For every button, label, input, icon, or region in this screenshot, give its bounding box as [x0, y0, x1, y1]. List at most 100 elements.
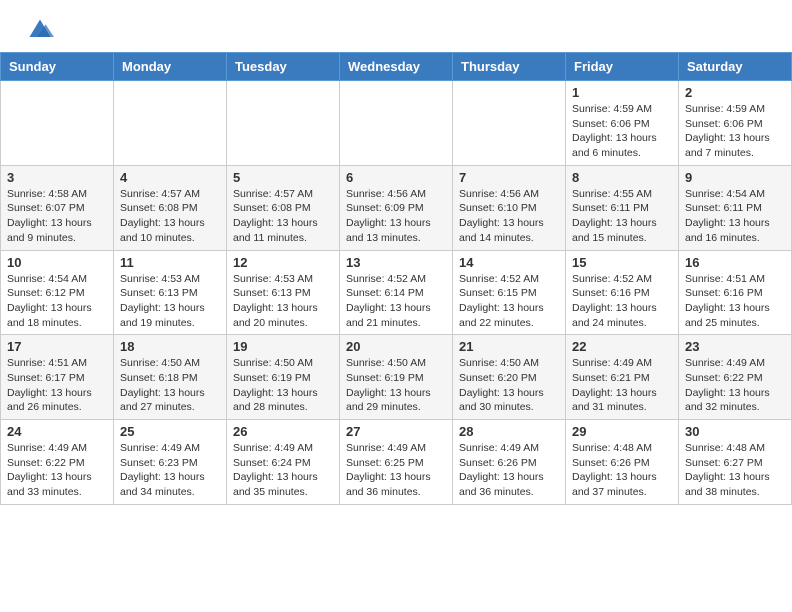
calendar-cell: 7 Sunrise: 4:56 AM Sunset: 6:10 PM Daylig…	[453, 165, 566, 250]
calendar-header-wednesday: Wednesday	[340, 53, 453, 81]
calendar-cell: 17 Sunrise: 4:51 AM Sunset: 6:17 PM Dayli…	[1, 335, 114, 420]
calendar-header-monday: Monday	[114, 53, 227, 81]
calendar-header-tuesday: Tuesday	[227, 53, 340, 81]
day-info: Sunrise: 4:49 AM Sunset: 6:25 PM Dayligh…	[346, 441, 446, 500]
calendar-cell: 6Sunrise: 4:56 AM Sunset: 6:09 PM Daylig…	[340, 165, 453, 250]
calendar-cell: 13 Sunrise: 4:52 AM Sunset: 6:14 PM Dayli…	[340, 250, 453, 335]
calendar-cell: 15 Sunrise: 4:52 AM Sunset: 6:16 PM Dayli…	[566, 250, 679, 335]
day-info: Sunrise: 4:49 AM Sunset: 6:26 PM Dayligh…	[459, 441, 559, 500]
day-info: Sunrise: 4:50 AM Sunset: 6:18 PM Dayligh…	[120, 356, 220, 415]
day-info: Sunrise: 4:53 AM Sunset: 6:13 PM Dayligh…	[120, 272, 220, 331]
day-number: 1	[572, 85, 672, 100]
day-info: Sunrise: 4:49 AM Sunset: 6:22 PM Dayligh…	[7, 441, 107, 500]
day-info: Sunrise: 4:50 AM Sunset: 6:19 PM Dayligh…	[233, 356, 333, 415]
day-info: Sunrise: 4:59 AM Sunset: 6:06 PM Dayligh…	[685, 102, 785, 161]
day-info: Sunrise: 4:58 AM Sunset: 6:07 PM Dayligh…	[7, 187, 107, 246]
day-info: Sunrise: 4:49 AM Sunset: 6:21 PM Dayligh…	[572, 356, 672, 415]
day-info: Sunrise: 4:49 AM Sunset: 6:23 PM Dayligh…	[120, 441, 220, 500]
day-number: 12	[233, 255, 333, 270]
day-info: Sunrise: 4:51 AM Sunset: 6:16 PM Dayligh…	[685, 272, 785, 331]
calendar-table: SundayMondayTuesdayWednesdayThursdayFrid…	[0, 52, 792, 505]
calendar-cell: 24 Sunrise: 4:49 AM Sunset: 6:22 PM Dayli…	[1, 420, 114, 505]
day-number: 14	[459, 255, 559, 270]
calendar-cell	[114, 81, 227, 166]
calendar-header-row: SundayMondayTuesdayWednesdayThursdayFrid…	[1, 53, 792, 81]
day-number: 20	[346, 339, 446, 354]
calendar-cell: 1 Sunrise: 4:59 AM Sunset: 6:06 PM Daylig…	[566, 81, 679, 166]
calendar-cell: 28 Sunrise: 4:49 AM Sunset: 6:26 PM Dayli…	[453, 420, 566, 505]
day-info: Sunrise: 4:50 AM Sunset: 6:20 PM Dayligh…	[459, 356, 559, 415]
calendar-cell: 20 Sunrise: 4:50 AM Sunset: 6:19 PM Dayli…	[340, 335, 453, 420]
calendar-cell	[340, 81, 453, 166]
calendar-cell: 30Sunrise: 4:48 AM Sunset: 6:27 PM Dayli…	[679, 420, 792, 505]
calendar-cell: 14 Sunrise: 4:52 AM Sunset: 6:15 PM Dayli…	[453, 250, 566, 335]
day-info: Sunrise: 4:50 AM Sunset: 6:19 PM Dayligh…	[346, 356, 446, 415]
calendar-cell	[1, 81, 114, 166]
day-number: 13	[346, 255, 446, 270]
day-number: 24	[7, 424, 107, 439]
logo-icon	[26, 16, 54, 44]
day-info: Sunrise: 4:55 AM Sunset: 6:11 PM Dayligh…	[572, 187, 672, 246]
calendar-header-friday: Friday	[566, 53, 679, 81]
calendar-cell: 5 Sunrise: 4:57 AM Sunset: 6:08 PM Daylig…	[227, 165, 340, 250]
calendar-cell: 25 Sunrise: 4:49 AM Sunset: 6:23 PM Dayli…	[114, 420, 227, 505]
calendar-cell: 19 Sunrise: 4:50 AM Sunset: 6:19 PM Dayli…	[227, 335, 340, 420]
day-info: Sunrise: 4:57 AM Sunset: 6:08 PM Dayligh…	[120, 187, 220, 246]
calendar-week-5: 24 Sunrise: 4:49 AM Sunset: 6:22 PM Dayli…	[1, 420, 792, 505]
calendar-week-4: 17 Sunrise: 4:51 AM Sunset: 6:17 PM Dayli…	[1, 335, 792, 420]
day-info: Sunrise: 4:52 AM Sunset: 6:14 PM Dayligh…	[346, 272, 446, 331]
calendar-cell: 9 Sunrise: 4:54 AM Sunset: 6:11 PM Daylig…	[679, 165, 792, 250]
day-info: Sunrise: 4:57 AM Sunset: 6:08 PM Dayligh…	[233, 187, 333, 246]
day-info: Sunrise: 4:48 AM Sunset: 6:26 PM Dayligh…	[572, 441, 672, 500]
day-number: 25	[120, 424, 220, 439]
calendar-cell	[227, 81, 340, 166]
day-number: 18	[120, 339, 220, 354]
day-number: 29	[572, 424, 672, 439]
calendar-cell: 4Sunrise: 4:57 AM Sunset: 6:08 PM Daylig…	[114, 165, 227, 250]
calendar-cell: 18 Sunrise: 4:50 AM Sunset: 6:18 PM Dayli…	[114, 335, 227, 420]
calendar-week-2: 3 Sunrise: 4:58 AM Sunset: 6:07 PM Daylig…	[1, 165, 792, 250]
day-info: Sunrise: 4:56 AM Sunset: 6:10 PM Dayligh…	[459, 187, 559, 246]
day-number: 17	[7, 339, 107, 354]
day-number: 30	[685, 424, 785, 439]
day-info: Sunrise: 4:49 AM Sunset: 6:22 PM Dayligh…	[685, 356, 785, 415]
day-number: 8	[572, 170, 672, 185]
calendar-week-3: 10 Sunrise: 4:54 AM Sunset: 6:12 PM Dayli…	[1, 250, 792, 335]
calendar-cell: 2 Sunrise: 4:59 AM Sunset: 6:06 PM Daylig…	[679, 81, 792, 166]
calendar-header-thursday: Thursday	[453, 53, 566, 81]
day-number: 21	[459, 339, 559, 354]
day-number: 3	[7, 170, 107, 185]
day-number: 10	[7, 255, 107, 270]
day-info: Sunrise: 4:59 AM Sunset: 6:06 PM Dayligh…	[572, 102, 672, 161]
day-number: 23	[685, 339, 785, 354]
day-info: Sunrise: 4:52 AM Sunset: 6:16 PM Dayligh…	[572, 272, 672, 331]
day-info: Sunrise: 4:51 AM Sunset: 6:17 PM Dayligh…	[7, 356, 107, 415]
day-number: 7	[459, 170, 559, 185]
calendar-cell	[453, 81, 566, 166]
day-info: Sunrise: 4:53 AM Sunset: 6:13 PM Dayligh…	[233, 272, 333, 331]
day-number: 22	[572, 339, 672, 354]
day-number: 9	[685, 170, 785, 185]
day-info: Sunrise: 4:54 AM Sunset: 6:12 PM Dayligh…	[7, 272, 107, 331]
calendar-week-1: 1 Sunrise: 4:59 AM Sunset: 6:06 PM Daylig…	[1, 81, 792, 166]
calendar-cell: 27 Sunrise: 4:49 AM Sunset: 6:25 PM Dayli…	[340, 420, 453, 505]
day-info: Sunrise: 4:54 AM Sunset: 6:11 PM Dayligh…	[685, 187, 785, 246]
day-info: Sunrise: 4:52 AM Sunset: 6:15 PM Dayligh…	[459, 272, 559, 331]
day-info: Sunrise: 4:49 AM Sunset: 6:24 PM Dayligh…	[233, 441, 333, 500]
calendar-cell: 22 Sunrise: 4:49 AM Sunset: 6:21 PM Dayli…	[566, 335, 679, 420]
calendar-cell: 16Sunrise: 4:51 AM Sunset: 6:16 PM Dayli…	[679, 250, 792, 335]
calendar-cell: 29 Sunrise: 4:48 AM Sunset: 6:26 PM Dayli…	[566, 420, 679, 505]
day-number: 11	[120, 255, 220, 270]
day-number: 19	[233, 339, 333, 354]
day-number: 5	[233, 170, 333, 185]
day-number: 27	[346, 424, 446, 439]
day-number: 15	[572, 255, 672, 270]
calendar-cell: 10 Sunrise: 4:54 AM Sunset: 6:12 PM Dayli…	[1, 250, 114, 335]
day-number: 2	[685, 85, 785, 100]
calendar-cell: 26Sunrise: 4:49 AM Sunset: 6:24 PM Dayli…	[227, 420, 340, 505]
calendar-cell: 3 Sunrise: 4:58 AM Sunset: 6:07 PM Daylig…	[1, 165, 114, 250]
calendar-header-saturday: Saturday	[679, 53, 792, 81]
day-number: 28	[459, 424, 559, 439]
header	[0, 0, 792, 52]
calendar-cell: 23 Sunrise: 4:49 AM Sunset: 6:22 PM Dayli…	[679, 335, 792, 420]
